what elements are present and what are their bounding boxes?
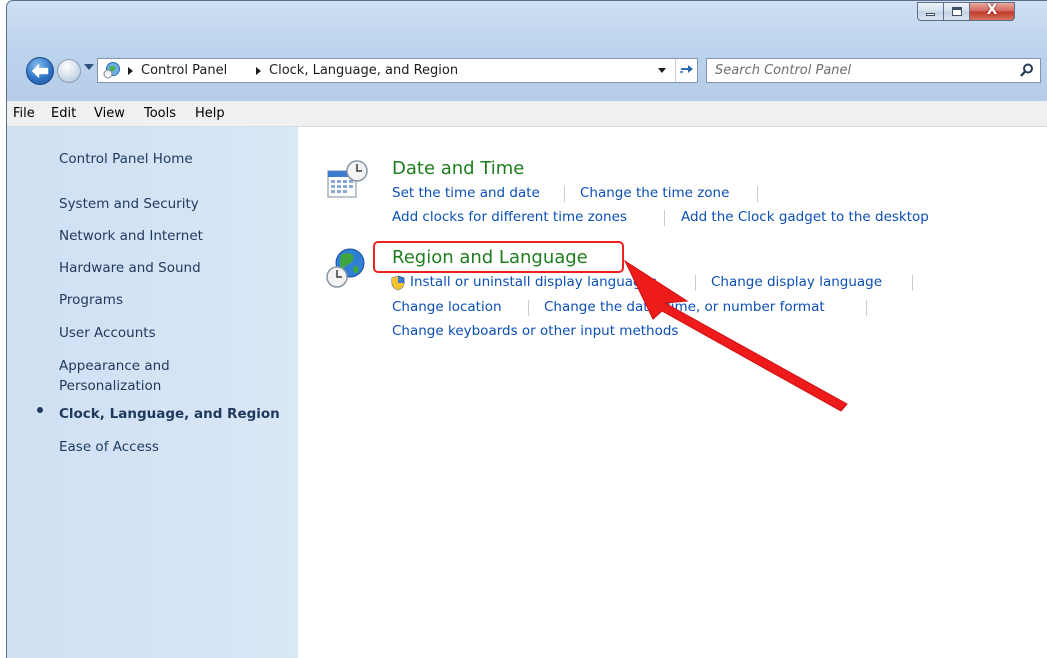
sidebar-item-network-internet[interactable]: Network and Internet	[59, 227, 203, 246]
current-item-bullet	[37, 407, 43, 413]
calendar-clock-icon[interactable]	[326, 159, 370, 203]
back-button[interactable]	[26, 57, 54, 85]
breadcrumb-control-panel[interactable]: Control Panel	[141, 63, 227, 78]
address-history-dropdown-icon[interactable]	[658, 68, 666, 73]
minimize-button[interactable]	[917, 2, 944, 21]
refresh-icon	[680, 65, 693, 73]
link-separator	[564, 186, 565, 202]
link-set-time-date[interactable]: Set the time and date	[392, 185, 540, 201]
control-panel-icon	[103, 62, 120, 79]
menu-file[interactable]: File	[13, 106, 35, 121]
explorer-window: X Control Panel Clock, Language, and Reg…	[6, 0, 1047, 658]
link-separator	[695, 275, 696, 291]
menu-help[interactable]: Help	[195, 106, 225, 121]
sidebar-item-hardware-sound[interactable]: Hardware and Sound	[59, 259, 201, 278]
link-separator	[757, 186, 758, 202]
link-separator	[528, 300, 529, 316]
annotation-highlight-box	[373, 241, 624, 273]
shield-icon	[391, 275, 405, 291]
maximize-button[interactable]	[943, 2, 970, 21]
sidebar-item-system-security[interactable]: System and Security	[59, 195, 199, 214]
link-add-clock-gadget[interactable]: Add the Clock gadget to the desktop	[681, 209, 929, 225]
sidebar-item-personalization[interactable]: Personalization	[59, 377, 161, 396]
sidebar-item-clock-language-region: Clock, Language, and Region	[59, 406, 280, 422]
link-separator	[866, 300, 867, 316]
close-icon: X	[986, 2, 998, 18]
refresh-button[interactable]	[675, 59, 698, 82]
close-button[interactable]: X	[969, 2, 1015, 21]
link-separator	[912, 275, 913, 291]
link-change-date-time-number-format[interactable]: Change the date, time, or number format	[544, 299, 825, 315]
sidebar-item-appearance[interactable]: Appearance and	[59, 357, 170, 376]
back-arrow-icon	[31, 63, 49, 79]
menu-edit[interactable]: Edit	[51, 106, 76, 121]
menu-tools[interactable]: Tools	[144, 106, 176, 121]
breadcrumb-clock-language-region[interactable]: Clock, Language, and Region	[269, 63, 458, 78]
globe-clock-icon[interactable]	[325, 247, 369, 291]
breadcrumb-separator-icon[interactable]	[128, 67, 133, 75]
forward-button[interactable]	[57, 59, 81, 83]
sidebar-item-ease-of-access[interactable]: Ease of Access	[59, 438, 159, 457]
sidebar-item-user-accounts[interactable]: User Accounts	[59, 324, 156, 343]
link-change-keyboards[interactable]: Change keyboards or other input methods	[392, 323, 678, 339]
link-separator	[664, 210, 665, 226]
category-title-date-time[interactable]: Date and Time	[392, 158, 524, 179]
link-change-display-language[interactable]: Change display language	[711, 274, 882, 290]
sidebar-item-programs[interactable]: Programs	[59, 291, 123, 310]
search-box[interactable]	[706, 58, 1041, 83]
sidebar-item-control-panel-home[interactable]: Control Panel Home	[59, 150, 193, 169]
menu-bar: File Edit View Tools Help	[7, 101, 1047, 127]
search-input[interactable]	[715, 62, 1005, 79]
task-pane: Control Panel Home System and Security N…	[7, 127, 298, 658]
search-icon[interactable]	[1020, 63, 1034, 78]
address-bar[interactable]: Control Panel Clock, Language, and Regio…	[97, 58, 698, 83]
menu-view[interactable]: View	[94, 106, 125, 121]
recent-pages-dropdown-icon[interactable]	[84, 64, 94, 70]
link-change-time-zone[interactable]: Change the time zone	[580, 185, 729, 201]
link-install-display-languages[interactable]: Install or uninstall display languages	[410, 274, 657, 290]
link-add-clocks[interactable]: Add clocks for different time zones	[392, 209, 627, 225]
main-content: Date and Time Set the time and date Chan…	[298, 127, 1047, 658]
breadcrumb-separator-icon[interactable]	[256, 67, 261, 75]
link-change-location[interactable]: Change location	[392, 299, 502, 315]
